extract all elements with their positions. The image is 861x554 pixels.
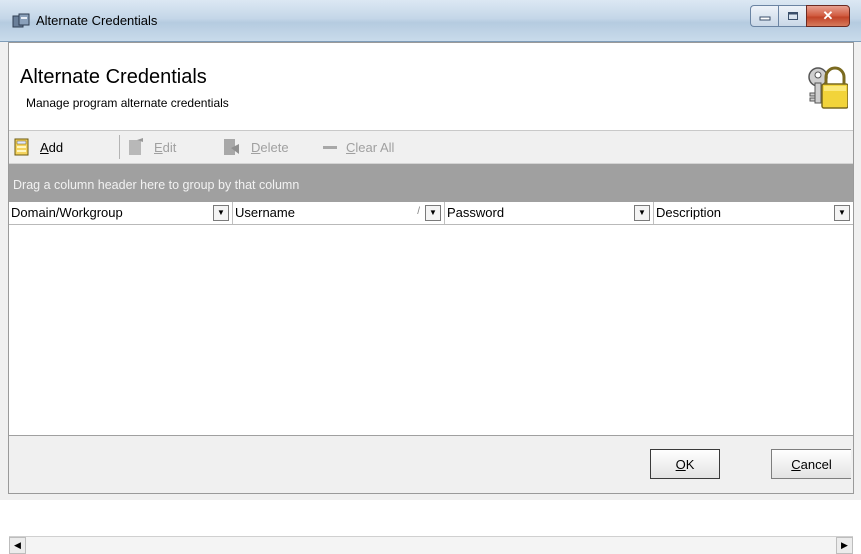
window-title: Alternate Credentials [36, 13, 158, 28]
dialog-content: Alternate Credentials Manage program alt… [8, 42, 854, 554]
column-header-password[interactable]: Password ▼ [445, 202, 654, 224]
column-label: Username [235, 205, 295, 220]
sort-indicator-icon: / [417, 206, 420, 217]
page-subtitle: Manage program alternate credentials [26, 96, 229, 110]
column-header-domain-workgroup[interactable]: Domain/Workgroup ▼ [9, 202, 233, 224]
cancel-label: Cancel [791, 456, 832, 472]
scroll-right-icon[interactable]: ▶ [836, 537, 853, 554]
column-label: Password [447, 205, 505, 220]
edit-record-icon [129, 138, 143, 155]
add-button[interactable]: Add [14, 135, 63, 159]
credentials-window-icon [12, 13, 30, 28]
group-by-panel[interactable]: Drag a column header here to group by th… [9, 164, 853, 202]
column-header-description[interactable]: Description ▼ [654, 202, 853, 224]
column-label: Description [656, 205, 722, 220]
edit-label: Edit [154, 139, 177, 155]
filter-dropdown-icon[interactable]: ▼ [834, 205, 850, 221]
edit-button[interactable]: Edit [128, 135, 176, 159]
clear-all-icon [323, 146, 337, 149]
delete-label: Delete [251, 139, 289, 155]
alternate-credentials-window: Alternate Credentials ✕ Alternate Creden… [0, 0, 861, 554]
close-icon: ✕ [822, 8, 834, 23]
column-headers: Domain/Workgroup ▼ Username / ▼ Password… [9, 202, 853, 225]
toolbar: Add Edit Delete Clear All [9, 131, 853, 164]
cancel-button[interactable]: Cancel [771, 449, 851, 479]
filter-dropdown-icon[interactable]: ▼ [213, 205, 229, 221]
add-record-icon [14, 138, 29, 156]
column-header-username[interactable]: Username / ▼ [233, 202, 445, 224]
clear-all-button[interactable]: Clear All [322, 135, 394, 159]
minimize-button[interactable] [750, 5, 778, 27]
ok-button[interactable]: OK [650, 449, 720, 479]
minimize-icon [759, 16, 770, 21]
title-bar[interactable]: Alternate Credentials ✕ [0, 0, 861, 42]
clear-all-label: Clear All [346, 139, 395, 155]
horizontal-scrollbar[interactable]: ◀ ▶ [9, 536, 853, 554]
dialog-header: Alternate Credentials Manage program alt… [9, 43, 853, 131]
group-by-hint: Drag a column header here to group by th… [13, 178, 300, 192]
delete-button[interactable]: Delete [221, 135, 289, 159]
add-label: Add [40, 139, 64, 155]
maximize-button[interactable] [778, 5, 806, 27]
scroll-left-icon[interactable]: ◀ [9, 537, 26, 554]
dialog-footer: OK Cancel [9, 436, 853, 493]
toolbar-separator [119, 135, 120, 159]
close-button[interactable]: ✕ [806, 5, 850, 27]
filter-dropdown-icon[interactable]: ▼ [425, 205, 441, 221]
page-title: Alternate Credentials [20, 66, 207, 88]
maximize-icon [787, 12, 798, 20]
credentials-grid: Drag a column header here to group by th… [9, 164, 853, 554]
ok-label: OK [675, 456, 695, 472]
delete-record-icon [224, 139, 239, 155]
window-controls: ✕ [750, 5, 850, 27]
filter-dropdown-icon[interactable]: ▼ [634, 205, 650, 221]
padlock-keys-icon [808, 66, 848, 109]
column-label: Domain/Workgroup [11, 205, 123, 220]
